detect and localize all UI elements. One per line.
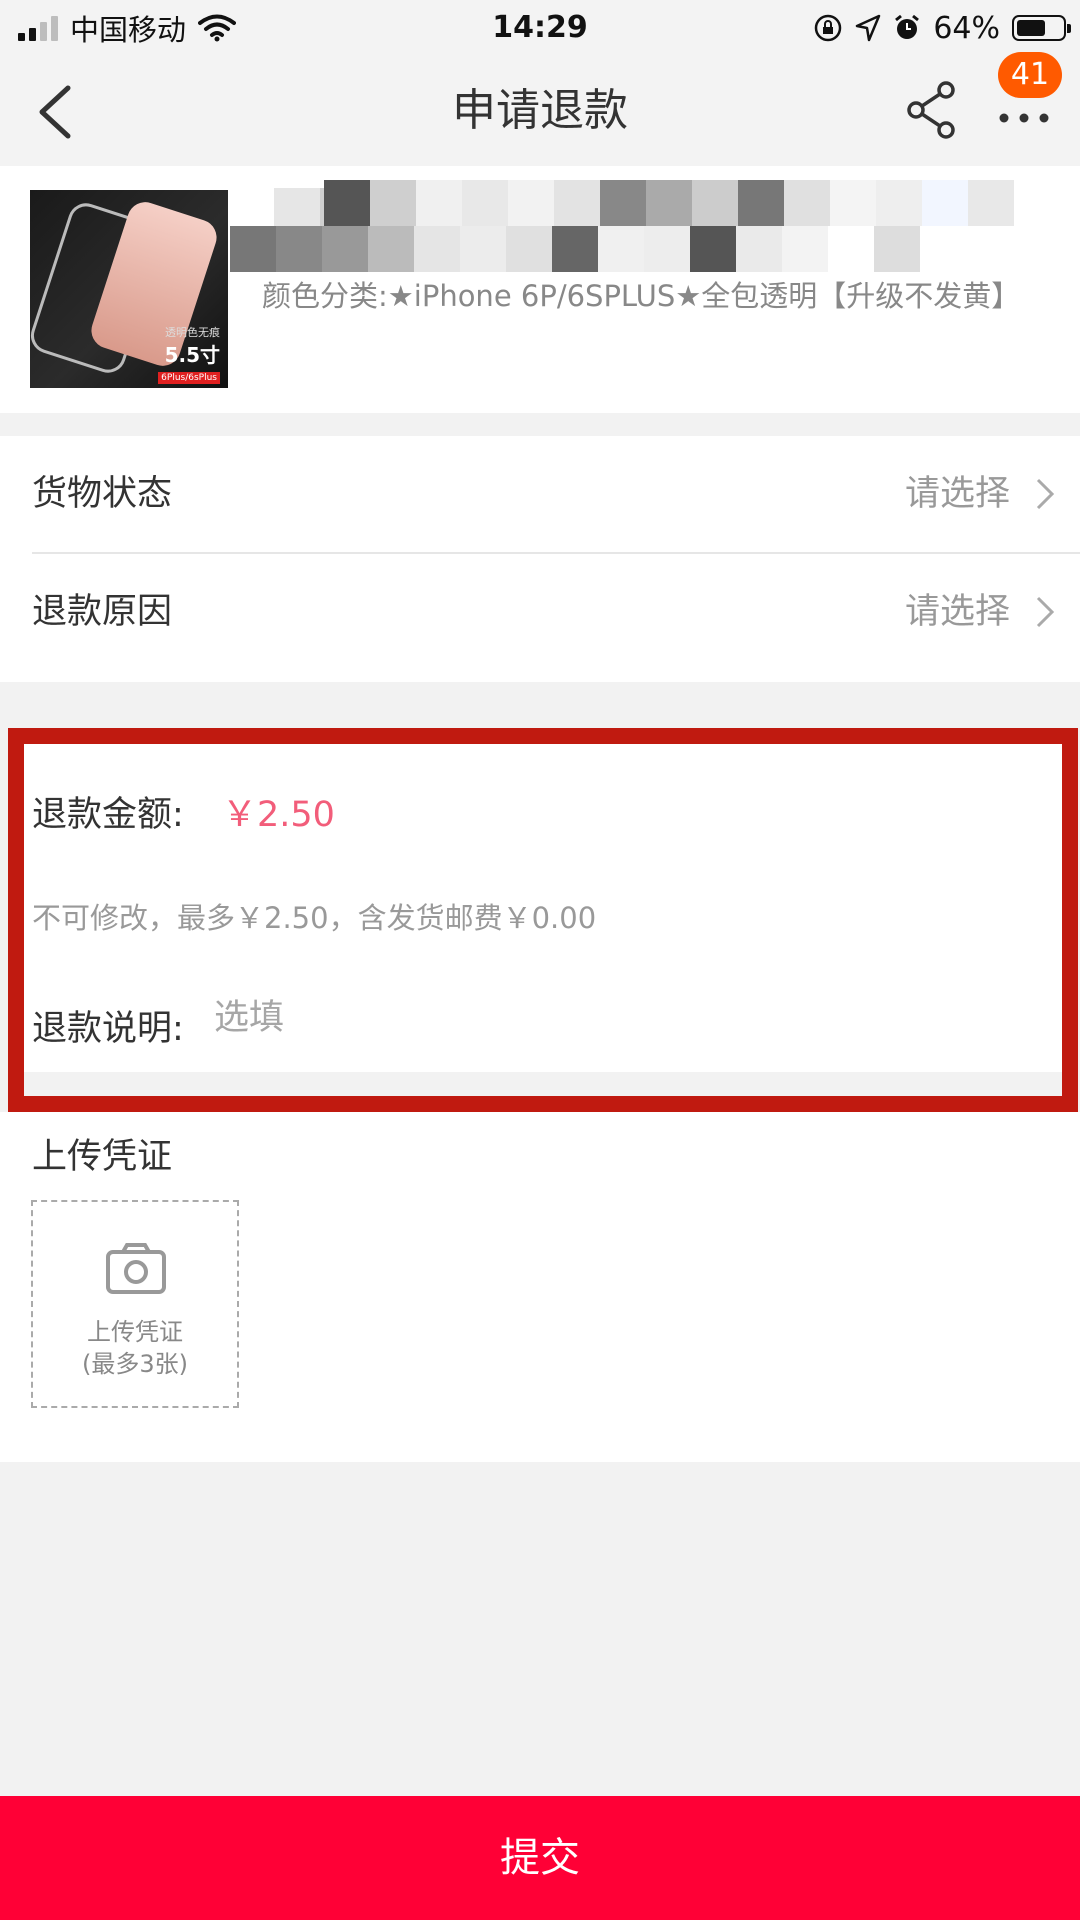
orientation-lock-icon — [815, 14, 842, 42]
product-card[interactable]: 透明色无痕 5.5寸 6Plus/6sPlus 颜色分类:★iPhone 6P/… — [0, 166, 1080, 413]
product-thumbnail[interactable]: 透明色无痕 5.5寸 6Plus/6sPlus — [30, 190, 228, 388]
thumbnail-tag: 6Plus/6sPlus — [158, 372, 220, 384]
upload-evidence-button[interactable]: 上传凭证 (最多3张) — [31, 1200, 239, 1408]
chevron-right-icon — [1036, 478, 1055, 510]
goods-status-value: 请选择 — [904, 474, 1010, 514]
more-button[interactable] — [996, 96, 1052, 126]
nav-bar: 申请退款 — [0, 56, 1080, 166]
battery-fill — [1017, 20, 1045, 36]
refund-reason-label: 退款原因 — [32, 592, 173, 632]
thumbnail-size: 5.5寸 — [164, 343, 220, 367]
battery-percent: 64% — [933, 10, 1000, 46]
product-variant: 颜色分类:★iPhone 6P/6SPLUS★全包透明【升级不发黄】 — [262, 279, 1021, 313]
goods-status-label: 货物状态 — [32, 474, 173, 514]
refund-amount-hint: 不可修改，最多￥2.50，含发货邮费￥0.00 — [32, 901, 597, 935]
refund-remark-input[interactable] — [214, 998, 814, 1038]
refund-reason-row[interactable]: 退款原因 请选择 — [32, 554, 1080, 670]
refund-reason-value: 请选择 — [904, 592, 1010, 632]
form-rows: 货物状态 请选择 退款原因 请选择 — [0, 436, 1080, 682]
refund-amount-value: ￥2.50 — [222, 795, 335, 835]
upload-button-limit: (最多3张) — [82, 1350, 188, 1378]
blurred-product-title — [230, 180, 1060, 290]
share-button[interactable] — [904, 80, 960, 140]
goods-status-row[interactable]: 货物状态 请选择 — [32, 436, 1080, 552]
alarm-icon — [895, 14, 920, 39]
chevron-right-icon — [1036, 596, 1055, 628]
submit-button[interactable]: 提交 — [0, 1796, 1080, 1920]
camera-icon — [106, 1243, 166, 1294]
location-icon — [856, 14, 881, 42]
status-bar: 中国移动 14:29 64% — [0, 0, 1080, 56]
battery-icon — [1012, 15, 1071, 41]
upload-title: 上传凭证 — [32, 1137, 173, 1177]
upload-button-label: 上传凭证 — [87, 1318, 183, 1346]
section-gap — [24, 1072, 1062, 1096]
thumbnail-caption: 透明色无痕 — [165, 326, 220, 339]
refund-remark-label: 退款说明: — [32, 1009, 184, 1049]
refund-amount-label: 退款金额: — [32, 795, 184, 835]
notification-badge[interactable]: 41 — [998, 52, 1062, 98]
